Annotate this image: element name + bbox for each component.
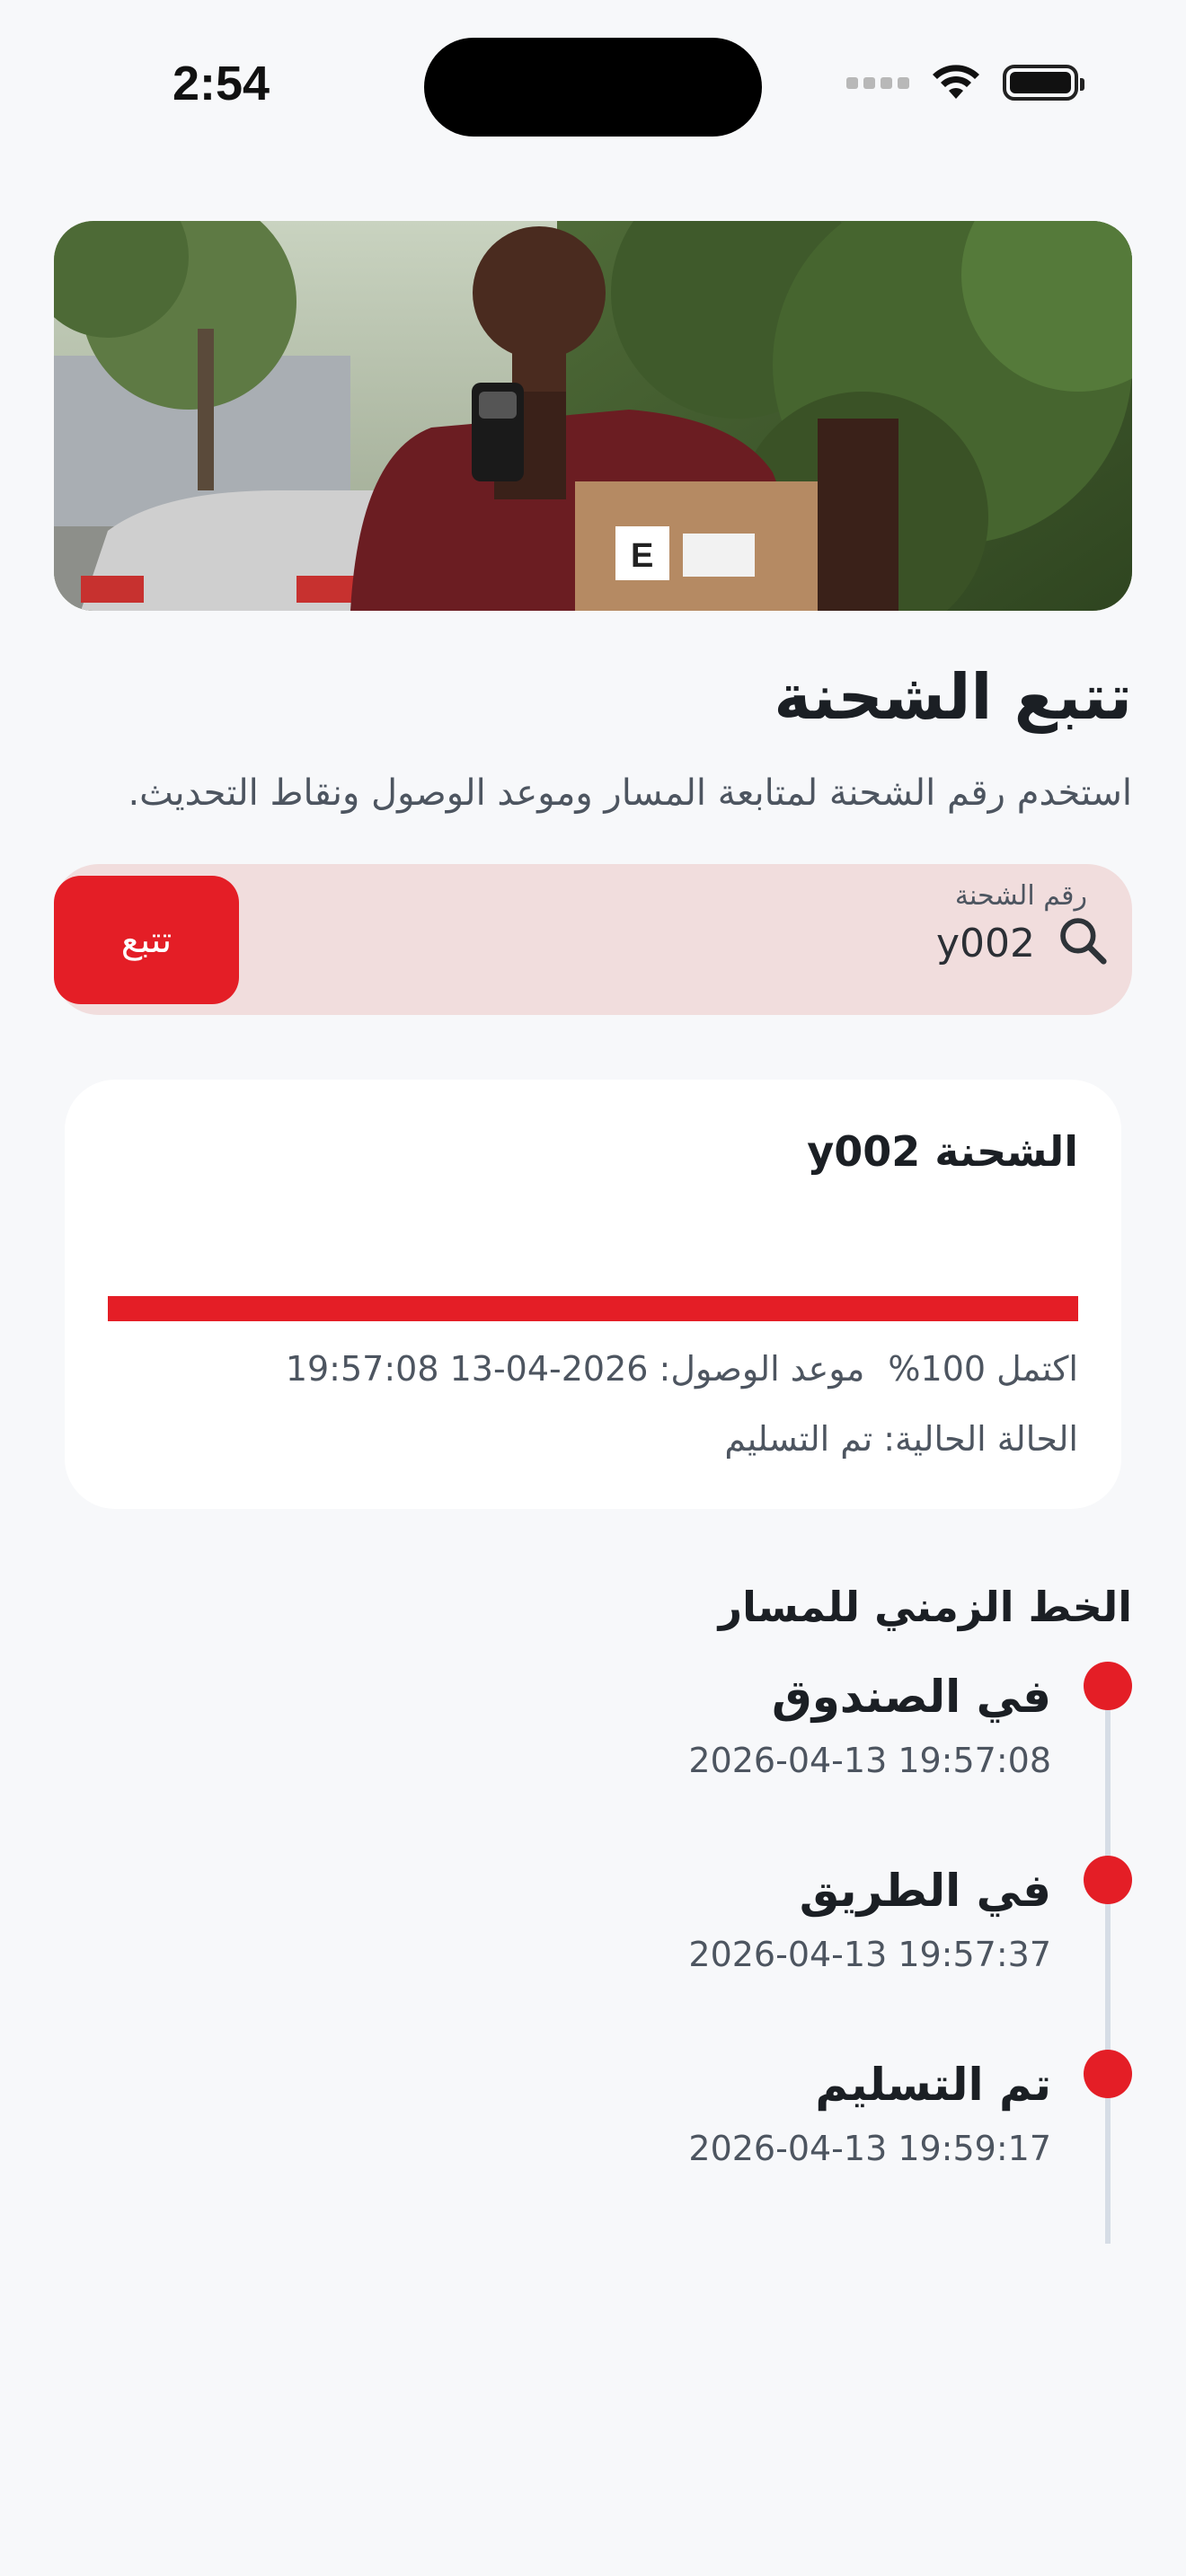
timeline-event: في الصندوق 2026-04-13 19:57:08 [0, 1662, 1186, 1841]
timeline-dot-icon [1084, 2050, 1132, 2098]
timeline-event-label: في الطريق [799, 1865, 1051, 1917]
page-subtitle: استخدم رقم الشحنة لمتابعة المسار وموعد ا… [128, 772, 1132, 814]
shipment-progress-bar [108, 1296, 1078, 1321]
progress-text: اكتمل 100% [888, 1349, 1078, 1389]
eta-text: موعد الوصول: 2026-04-13 19:57:08 [285, 1349, 865, 1389]
timeline-event-time: 2026-04-13 19:59:17 [688, 2129, 1051, 2168]
timeline-event: في الطريق 2026-04-13 19:57:37 [0, 1856, 1186, 2035]
track-button[interactable]: تتبع [54, 876, 239, 1004]
shipment-status-text: الحالة الحالية: تم التسليم [724, 1419, 1078, 1459]
hero-image: E [54, 221, 1132, 611]
search-icon [1060, 918, 1107, 965]
timeline-dot-icon [1084, 1662, 1132, 1710]
shipment-info-row: اكتمل 100% موعد الوصول: 2026-04-13 19:57… [273, 1349, 1078, 1389]
status-bar: 2:54 [0, 0, 1186, 171]
dynamic-island [424, 38, 762, 137]
cellular-signal-icon [846, 76, 909, 89]
wifi-icon [933, 65, 979, 99]
shipment-title: الشحنة y002 [807, 1127, 1078, 1176]
battery-icon [1003, 65, 1084, 101]
status-icons [846, 63, 1084, 102]
progress-fill [108, 1296, 1078, 1321]
timeline-event-time: 2026-04-13 19:57:37 [688, 1935, 1051, 1974]
search-field-label: رقم الشحنة [954, 880, 1087, 912]
timeline-dot-icon [1084, 1856, 1132, 1904]
tracking-number-input[interactable] [406, 918, 1035, 968]
status-time: 2:54 [173, 57, 270, 110]
timeline-event-time: 2026-04-13 19:57:08 [688, 1741, 1051, 1780]
timeline-event-label: تم التسليم [815, 2059, 1051, 2111]
timeline-event-label: في الصندوق [772, 1671, 1051, 1723]
timeline-title: الخط الزمني للمسار [718, 1583, 1132, 1631]
svg-text:E: E [631, 537, 653, 575]
timeline-event: تم التسليم 2026-04-13 19:59:17 [0, 2050, 1186, 2229]
page-title: تتبع الشحنة [774, 660, 1132, 734]
